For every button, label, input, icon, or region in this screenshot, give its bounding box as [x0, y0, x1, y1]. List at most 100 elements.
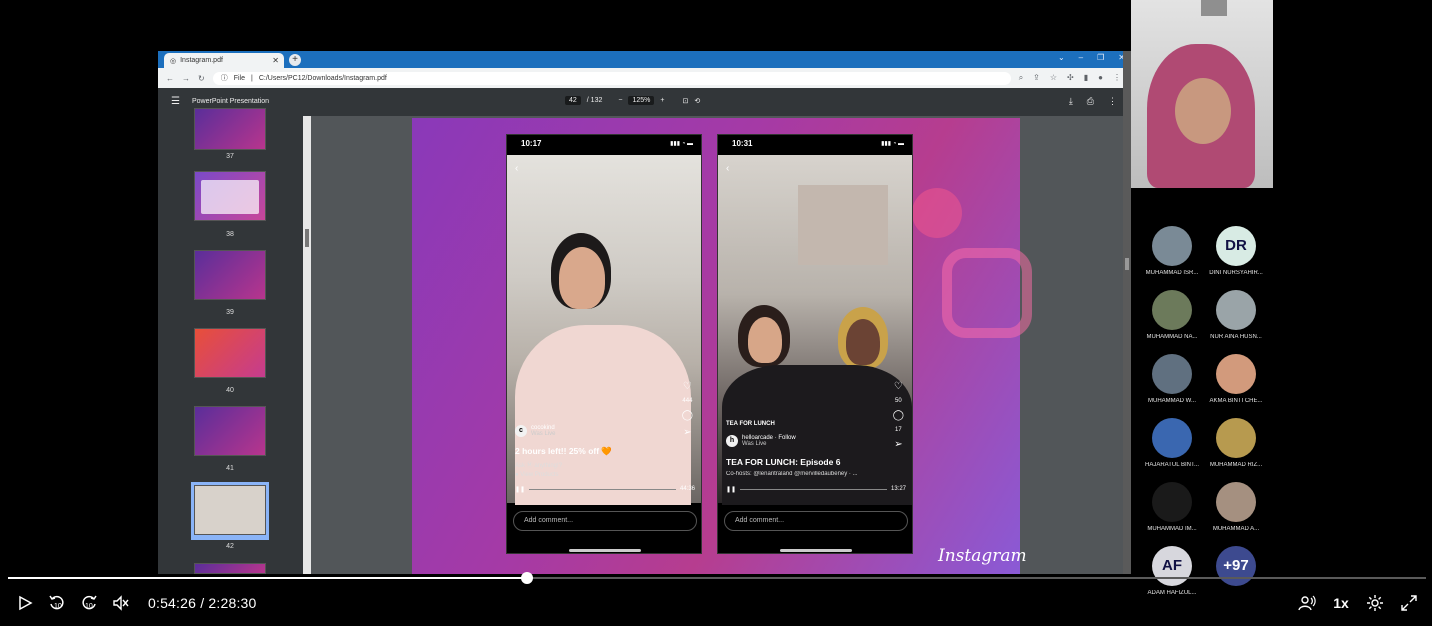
- extensions-icon[interactable]: ✣: [1067, 73, 1074, 83]
- download-icon[interactable]: ⤓: [1069, 96, 1073, 107]
- participant-name: MUHAMMAD W...: [1148, 398, 1196, 404]
- participant-tile[interactable]: MUHAMMAD RIZ...: [1204, 418, 1268, 468]
- account-avatar: h: [726, 435, 738, 447]
- fullscreen-icon[interactable]: [1398, 592, 1420, 614]
- person-face: [846, 319, 880, 365]
- minimize-icon[interactable]: –: [1079, 53, 1083, 62]
- thumbnail-content: [201, 180, 259, 214]
- more-icon[interactable]: ⋮: [1113, 73, 1121, 83]
- participant-tile[interactable]: +97: [1204, 546, 1268, 590]
- participant-tile[interactable]: MUHAMMAD NA...: [1140, 290, 1204, 340]
- participant-tile[interactable]: HAJARATUL BINT...: [1140, 418, 1204, 468]
- progress-track[interactable]: [740, 488, 887, 490]
- thumbnail-40[interactable]: [194, 328, 266, 378]
- avatar-icon[interactable]: ●: [1098, 73, 1103, 83]
- chevron-down-icon[interactable]: ⌄: [1058, 53, 1065, 62]
- playback-speed-button[interactable]: 1x: [1330, 592, 1352, 614]
- sidebar-scrollbar[interactable]: [303, 116, 311, 574]
- video-progress: ❚❚ 44:36: [515, 485, 695, 493]
- fit-page-icon[interactable]: ⊡: [682, 97, 688, 105]
- home-indicator: [780, 549, 852, 552]
- close-tab-icon[interactable]: ✕: [272, 56, 279, 65]
- send-icon[interactable]: ➢: [894, 439, 902, 450]
- comment-input[interactable]: Add comment...: [724, 511, 908, 531]
- participant-tile[interactable]: MUHAMMAD W...: [1140, 354, 1204, 404]
- star-icon[interactable]: ☆: [1050, 73, 1057, 83]
- rotate-icon[interactable]: ⟲: [694, 97, 700, 105]
- more-icon[interactable]: ⋮: [1108, 96, 1117, 107]
- thumbnail-number: 39: [226, 309, 234, 316]
- participant-tile[interactable]: MUHAMMAD ISR...: [1140, 226, 1204, 276]
- status-time: 10:17: [521, 139, 542, 148]
- comment-input[interactable]: Add comment...: [513, 511, 697, 531]
- back-arrow-icon[interactable]: ‹: [726, 163, 729, 174]
- thumbnail-43[interactable]: [194, 563, 266, 574]
- video-progress: ❚❚ 13:27: [726, 485, 906, 493]
- svg-text:10: 10: [54, 603, 62, 610]
- pause-icon[interactable]: ❚❚: [726, 486, 736, 493]
- live-video: [718, 155, 912, 505]
- zoom-out-icon[interactable]: −: [618, 97, 622, 104]
- participant-tile[interactable]: MUHAMMAD IM...: [1140, 482, 1204, 532]
- viewer-scroll-thumb[interactable]: [1125, 258, 1129, 270]
- thumbnail-number: 40: [226, 387, 234, 394]
- play-icon[interactable]: [14, 592, 36, 614]
- forward-icon[interactable]: →: [182, 74, 190, 83]
- zoom-input[interactable]: 125%: [628, 96, 655, 105]
- heart-icon[interactable]: ♡: [894, 381, 903, 392]
- back-icon[interactable]: ←: [166, 74, 174, 83]
- account-avatar: c: [515, 425, 527, 437]
- participant-tile[interactable]: DR DINI NURSYAHIR...: [1204, 226, 1268, 276]
- sidepanel-icon[interactable]: ▮: [1084, 73, 1088, 83]
- reload-icon[interactable]: ↻: [198, 74, 205, 83]
- mute-icon[interactable]: [110, 592, 132, 614]
- thumbnail-38[interactable]: [194, 171, 266, 221]
- page-controls: 42 / 132 − 125% + ⊡ ⟲: [565, 96, 700, 105]
- signal-icon: ▮▮▮ ◔ ▬: [670, 141, 693, 147]
- zoom-in-icon[interactable]: +: [660, 97, 664, 104]
- globe-icon: ◎: [170, 57, 177, 65]
- back-arrow-icon[interactable]: ‹: [515, 163, 518, 174]
- thumbnail-41[interactable]: [194, 406, 266, 456]
- print-icon[interactable]: ⎙: [1087, 96, 1094, 107]
- pause-icon[interactable]: ❚❚: [515, 486, 525, 493]
- comment-icon[interactable]: ◯: [682, 410, 693, 421]
- follow-button[interactable]: Follow: [778, 435, 795, 441]
- thumbnail-42[interactable]: [194, 485, 266, 535]
- seek-handle[interactable]: [521, 572, 533, 584]
- progress-track[interactable]: [529, 488, 676, 490]
- seek-bar[interactable]: [8, 572, 1426, 584]
- participant-tile[interactable]: MUHAMMAD A...: [1204, 482, 1268, 532]
- sidebar-scroll-thumb[interactable]: [305, 229, 309, 247]
- participant-tile[interactable]: AF ADAM HAFIZUL...: [1140, 546, 1204, 596]
- participant-name: AKMA BINTI CHE...: [1209, 398, 1263, 404]
- participant-avatar: AF: [1152, 546, 1192, 586]
- share-icon[interactable]: ⇪: [1033, 73, 1040, 83]
- heart-icon[interactable]: ♡: [683, 381, 692, 392]
- rewind-10-icon[interactable]: 10: [46, 592, 68, 614]
- menu-icon[interactable]: ☰: [171, 96, 180, 107]
- browser-tab[interactable]: ◎ Instagram.pdf ✕: [164, 53, 284, 68]
- maximize-icon[interactable]: ❐: [1097, 53, 1104, 62]
- participant-tile[interactable]: NUR AINA HUSN...: [1204, 290, 1268, 340]
- address-bar[interactable]: ⓘ File | C:/Users/PC12/Downloads/Instagr…: [212, 71, 1011, 85]
- view-products-link[interactable]: ● View Products: [515, 472, 559, 478]
- zoom-icon[interactable]: ⌕: [1019, 73, 1023, 83]
- participant-tile[interactable]: AKMA BINTI CHE...: [1204, 354, 1268, 404]
- comment-icon[interactable]: ◯: [893, 410, 904, 421]
- new-tab-button[interactable]: +: [289, 54, 301, 66]
- page-number-input[interactable]: 42: [565, 96, 581, 105]
- send-icon[interactable]: ➢: [683, 427, 691, 438]
- participant-name: MUHAMMAD ISR...: [1145, 270, 1199, 276]
- speaker-view-icon[interactable]: [1296, 592, 1318, 614]
- viewer-scrollbar[interactable]: [1123, 51, 1131, 574]
- thumbnail-39[interactable]: [194, 250, 266, 300]
- thumbnail-number: 38: [226, 231, 234, 238]
- settings-gear-icon[interactable]: [1364, 592, 1386, 614]
- thumbnail-37[interactable]: [194, 108, 266, 150]
- person-face: [559, 247, 605, 309]
- forward-10-icon[interactable]: 10: [78, 592, 100, 614]
- thumbnail-number: 42: [226, 543, 234, 550]
- video-duration: 13:27: [890, 486, 906, 492]
- browser-tabbar: ◎ Instagram.pdf ✕ + ⌄ – ❐ ✕: [158, 51, 1131, 68]
